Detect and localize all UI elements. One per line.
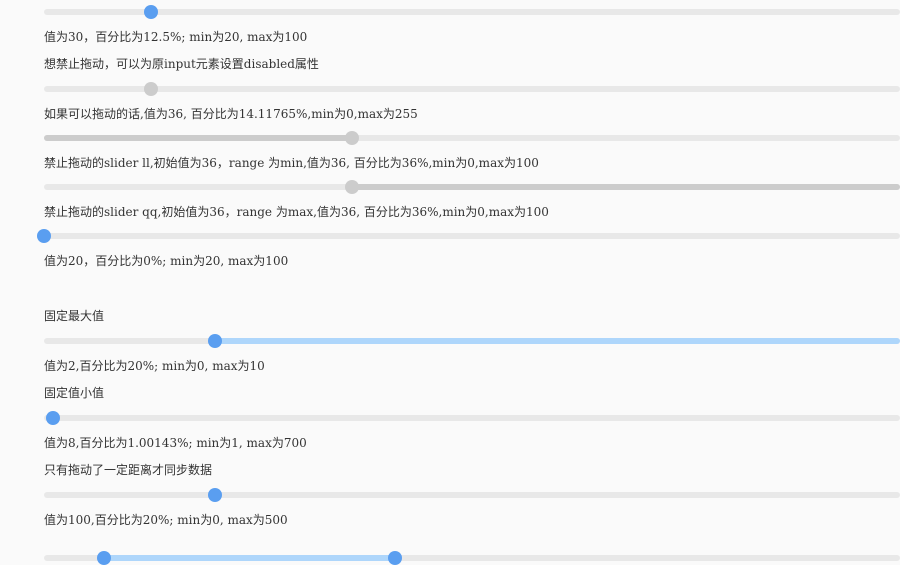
- slider-8-sync-distance[interactable]: [44, 488, 900, 502]
- slider-range-fill: [352, 184, 900, 190]
- disabled-hint-text: 想禁止拖动，可以为原input元素设置disabled属性: [44, 57, 319, 71]
- slider-thumb[interactable]: [37, 229, 51, 243]
- slider-thumb: [144, 82, 158, 96]
- slider-thumb: [345, 180, 360, 194]
- slider-6-fixed-max[interactable]: [44, 334, 900, 348]
- slider-3-disabled-range-min: [44, 131, 900, 145]
- slider-1-value-text: 值为30，百分比为12.5%; min为20, max为100: [44, 30, 308, 44]
- slider-thumb[interactable]: [208, 488, 223, 502]
- slider-track: [44, 415, 900, 421]
- slider-2-value-text: 如果可以拖动的话,值为36, 百分比为14.11765%,min为0,max为2…: [44, 107, 418, 121]
- fixed-max-heading: 固定最大值: [44, 309, 105, 323]
- slider-8-value-text: 值为100,百分比为20%; min为0, max为500: [44, 513, 288, 527]
- slider-5[interactable]: [37, 229, 900, 243]
- slider-6-value-text: 值为2,百分比为20%; min为0, max为10: [44, 359, 265, 373]
- slider-range-fill: [215, 338, 900, 344]
- slider-7-fixed-min[interactable]: [44, 411, 900, 425]
- slider-range-fill: [44, 135, 353, 141]
- sync-distance-heading: 只有拖动了一定距离才同步数据: [44, 463, 213, 477]
- slider-4-value-text: 禁止拖动的slider qq,初始值为36，range 为max,值为36, 百…: [44, 205, 549, 219]
- slider-5-value-text: 值为20，百分比为0%; min为20, max为100: [44, 254, 289, 268]
- fixed-min-heading: 固定值小值: [44, 386, 105, 400]
- slider-2-disabled: [44, 82, 900, 96]
- slider-thumb[interactable]: [144, 5, 158, 19]
- slider-track: [44, 492, 900, 498]
- slider-7-value-text: 值为8,百分比为1.00143%; min为1, max为700: [44, 436, 307, 450]
- slider-track: [44, 9, 900, 15]
- slider-track: [44, 86, 900, 92]
- slider-thumb: [345, 131, 360, 145]
- slider-3-value-text: 禁止拖动的slider ll,初始值为36，range 为min,值为36, 百…: [44, 156, 539, 170]
- slider-9-range[interactable]: [44, 551, 900, 565]
- slider-1[interactable]: [44, 5, 900, 19]
- slider-thumb[interactable]: [208, 334, 223, 348]
- slider-4-disabled-range-max: [44, 180, 900, 194]
- slider-range-fill: [103, 555, 395, 561]
- slider-track: [44, 233, 900, 239]
- slider-thumb[interactable]: [45, 411, 60, 425]
